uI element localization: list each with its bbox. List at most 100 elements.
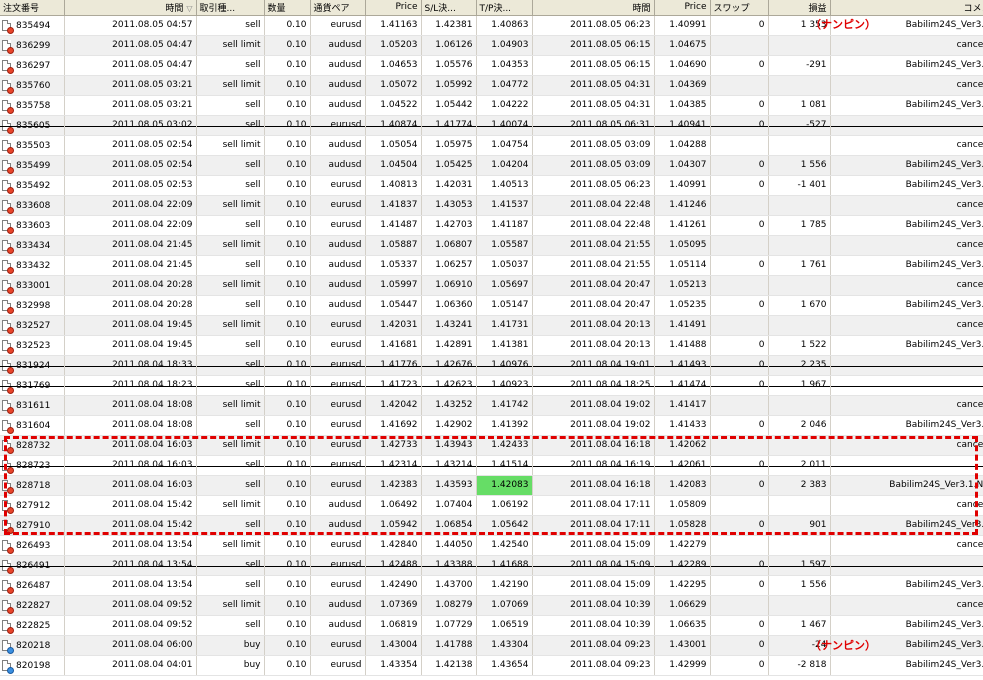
table-row[interactable]: 8287232011.08.04 16:03sell0.10eurusd1.42…: [0, 455, 983, 476]
cell-currency-pair: eurusd: [310, 535, 366, 556]
cell-take-profit: 1.04222: [476, 95, 533, 116]
col-open-price[interactable]: Price: [365, 0, 422, 16]
cell-lots: 0.10: [264, 55, 311, 76]
cell-swap: 0: [710, 415, 769, 436]
cell-comment: cancelled: [830, 495, 983, 516]
col-profit[interactable]: 損益: [768, 0, 831, 16]
table-row[interactable]: 832527 2011.08.04 19:45 sell limit 0.10 euru…: [0, 315, 983, 336]
cell-take-profit: 1.04772: [476, 75, 533, 96]
cell-open-price: 1.05447: [365, 295, 422, 316]
cell-stop-loss: 1.43388: [421, 555, 477, 576]
strikethrough-line: [0, 565, 63, 567]
cell-order-number: 835499: [0, 155, 65, 176]
cell-comment: cancelled: [830, 395, 983, 416]
table-row[interactable]: 822825 2011.08.04 09:52 sell 0.10 audusd 1.06…: [0, 615, 983, 636]
cell-open-price: 1.43004: [365, 635, 422, 656]
table-row[interactable]: 827912 2011.08.04 15:42 sell limit 0.10 audu…: [0, 495, 983, 516]
cell-comment: cancelled: [830, 75, 983, 96]
cell-lots: 0.10: [264, 95, 311, 116]
table-row[interactable]: 831604 2011.08.04 18:08 sell 0.10 eurusd 1.41…: [0, 415, 983, 436]
cell-close-time: 2011.08.04 19:01: [532, 355, 655, 376]
table-row[interactable]: 832523 2011.08.04 19:45 sell 0.10 eurusd 1.41…: [0, 335, 983, 356]
cell-open-time: 2011.08.04 13:54: [64, 575, 197, 596]
strikethrough-line: [310, 125, 364, 127]
strikethrough-line: [196, 365, 263, 367]
table-row[interactable]: 833608 2011.08.04 22:09 sell limit 0.10 euru…: [0, 195, 983, 216]
strikethrough-line: [310, 565, 364, 567]
cell-comment: cancelled: [830, 195, 983, 216]
cell-open-price: 1.05072: [365, 75, 422, 96]
cell-stop-loss: 1.42902: [421, 415, 477, 436]
strikethrough-line: [476, 365, 531, 367]
table-row[interactable]: 828718 2011.08.04 16:03 sell 0.10 eurusd 1.42…: [0, 475, 983, 496]
cell-close-time: 2011.08.04 21:55: [532, 235, 655, 256]
col-close-time[interactable]: 時間: [532, 0, 655, 16]
table-row[interactable]: 826493 2011.08.04 13:54 sell limit 0.10 euru…: [0, 535, 983, 556]
table-row[interactable]: 826487 2011.08.04 13:54 sell 0.10 eurusd 1.42…: [0, 575, 983, 596]
col-comment[interactable]: コメント: [830, 0, 983, 16]
table-row[interactable]: 832998 2011.08.04 20:28 sell 0.10 audusd 1.05…: [0, 295, 983, 316]
strikethrough-line: [0, 125, 63, 127]
strikethrough-line: [365, 465, 420, 467]
cell-currency-pair: eurusd: [310, 635, 366, 656]
table-row[interactable]: 835492 2011.08.05 02:53 sell 0.10 eurusd 1.40…: [0, 175, 983, 196]
table-row[interactable]: 836297 2011.08.05 04:47 sell 0.10 audusd 1.04…: [0, 55, 983, 76]
col-take-profit[interactable]: T/P決...: [476, 0, 533, 16]
col-order-number[interactable]: 注文番号: [0, 0, 65, 16]
cell-trade-type: sell: [196, 455, 265, 476]
table-row[interactable]: 8264912011.08.04 13:54sell0.10eurusd1.42…: [0, 555, 983, 576]
col-stop-loss[interactable]: S/L決...: [421, 0, 477, 16]
cell-comment: Babilim24S_Ver3.1.N: [830, 295, 983, 316]
cell-profit: -1 401: [768, 175, 831, 196]
col-trade-type[interactable]: 取引種...: [196, 0, 265, 16]
table-row[interactable]: 820198 2011.08.04 04:01 buy 0.10 eurusd 1.433…: [0, 655, 983, 676]
cell-trade-type: sell limit: [196, 495, 265, 516]
cell-currency-pair: audusd: [310, 75, 366, 96]
cell-open-price: 1.05887: [365, 235, 422, 256]
col-lots[interactable]: 数量: [264, 0, 311, 16]
cell-trade-type: buy: [196, 635, 265, 656]
cell-profit: 2 383: [768, 475, 831, 496]
cell-order-number: 831611: [0, 395, 65, 416]
table-row[interactable]: 835758 2011.08.05 03:21 sell 0.10 audusd 1.04…: [0, 95, 983, 116]
col-open-time[interactable]: 時間 ▽: [64, 0, 197, 16]
cell-close-price: 1.04288: [654, 135, 711, 156]
cell-trade-type: sell: [196, 335, 265, 356]
table-row[interactable]: 8356052011.08.05 03:02sell0.10eurusd1.40…: [0, 115, 983, 136]
strikethrough-line: [532, 565, 653, 567]
table-row[interactable]: 827910 2011.08.04 15:42 sell 0.10 audusd 1.05…: [0, 515, 983, 536]
table-row[interactable]: 835760 2011.08.05 03:21 sell limit 0.10 audu…: [0, 75, 983, 96]
table-row[interactable]: 833432 2011.08.04 21:45 sell 0.10 audusd 1.05…: [0, 255, 983, 276]
table-row[interactable]: 833001 2011.08.04 20:28 sell limit 0.10 audu…: [0, 275, 983, 296]
cell-comment: Babilim24S_Ver3.1.N: [830, 175, 983, 196]
table-row[interactable]: 835499 2011.08.05 02:54 sell 0.10 audusd 1.04…: [0, 155, 983, 176]
col-currency-pair[interactable]: 通貨ペア: [310, 0, 366, 16]
table-row[interactable]: 835503 2011.08.05 02:54 sell limit 0.10 audu…: [0, 135, 983, 156]
cell-lots: 0.10: [264, 295, 311, 316]
cell-comment: Babilim24S_Ver3.1.N: [830, 575, 983, 596]
cell-close-price: 1.06629: [654, 595, 711, 616]
cell-open-price: 1.42314: [365, 455, 422, 476]
strikethrough-line: [654, 465, 709, 467]
table-row[interactable]: 836299 2011.08.05 04:47 sell limit 0.10 audu…: [0, 35, 983, 56]
table-row[interactable]: 8317692011.08.04 18:23sell0.10eurusd1.41…: [0, 375, 983, 396]
strikethrough-line: [64, 365, 195, 367]
cell-currency-pair: eurusd: [310, 555, 366, 576]
cell-close-price: 1.42999: [654, 655, 711, 676]
table-row[interactable]: 833603 2011.08.04 22:09 sell 0.10 eurusd 1.41…: [0, 215, 983, 236]
strikethrough-line: [654, 125, 709, 127]
table-row[interactable]: 831611 2011.08.04 18:08 sell limit 0.10 euru…: [0, 395, 983, 416]
table-row[interactable]: 828732 2011.08.04 16:03 sell limit 0.10 euru…: [0, 435, 983, 456]
table-row[interactable]: 833434 2011.08.04 21:45 sell limit 0.10 audu…: [0, 235, 983, 256]
col-close-price[interactable]: Price: [654, 0, 711, 16]
col-swap[interactable]: スワップ: [710, 0, 769, 16]
cell-order-number: 828732: [0, 435, 65, 456]
cell-order-number: 822827: [0, 595, 65, 616]
sell-order-icon: [2, 479, 14, 494]
cell-trade-type: sell: [196, 155, 265, 176]
cell-trade-type: sell: [196, 175, 265, 196]
cell-profit: [768, 595, 831, 616]
table-row[interactable]: 822827 2011.08.04 09:52 sell limit 0.10 audu…: [0, 595, 983, 616]
table-row[interactable]: 8319242011.08.04 18:33sell0.10eurusd1.41…: [0, 355, 983, 376]
cell-currency-pair: eurusd: [310, 455, 366, 476]
